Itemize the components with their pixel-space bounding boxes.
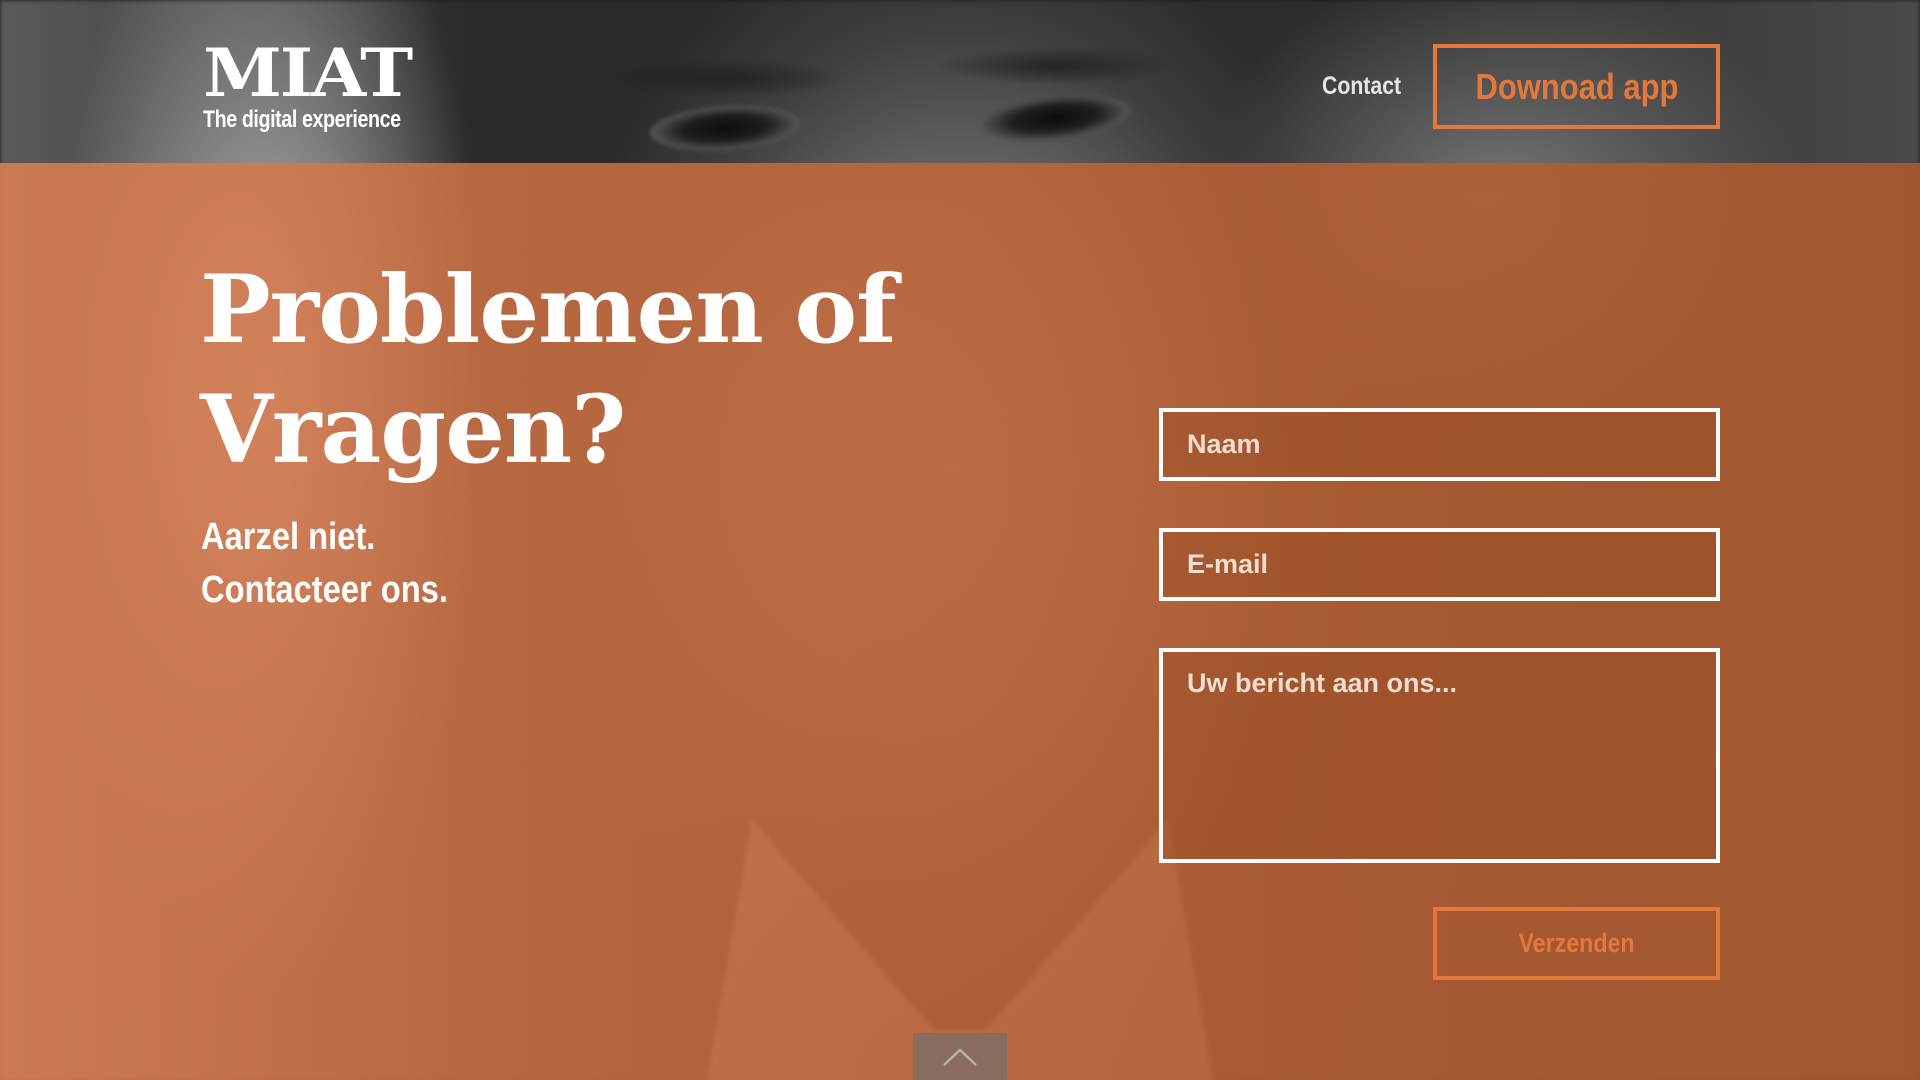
page-title-line-1: Problemen of	[200, 255, 897, 365]
download-app-label: Downoad app	[1475, 65, 1678, 107]
logo-tagline: The digital experience	[203, 106, 401, 133]
page-subtitle: Aarzel niet. Contacteer ons.	[201, 511, 488, 617]
message-field[interactable]	[1159, 648, 1720, 863]
nav-contact-link[interactable]: Contact	[1322, 72, 1401, 101]
name-field[interactable]	[1159, 408, 1720, 481]
contact-page: MIAT The digital experience Contact Down…	[0, 0, 1920, 1080]
logo-wordmark: MIAT	[203, 34, 413, 112]
subtitle-line-2: Contacteer ons.	[201, 569, 448, 611]
chevron-up-icon	[943, 1047, 977, 1066]
page-title-line-2: Vragen?	[200, 375, 626, 485]
submit-button[interactable]: Verzenden	[1433, 907, 1720, 980]
submit-label: Verzenden	[1518, 928, 1635, 958]
site-header: MIAT The digital experience Contact Down…	[0, 0, 1920, 163]
email-field[interactable]	[1159, 528, 1720, 601]
scroll-to-top-button[interactable]	[913, 1033, 1007, 1080]
download-app-button[interactable]: Downoad app	[1433, 44, 1720, 129]
logo[interactable]: MIAT The digital experience	[203, 40, 418, 134]
page-title: Problemen of Vragen?	[200, 250, 960, 490]
subtitle-line-1: Aarzel niet.	[201, 516, 376, 558]
